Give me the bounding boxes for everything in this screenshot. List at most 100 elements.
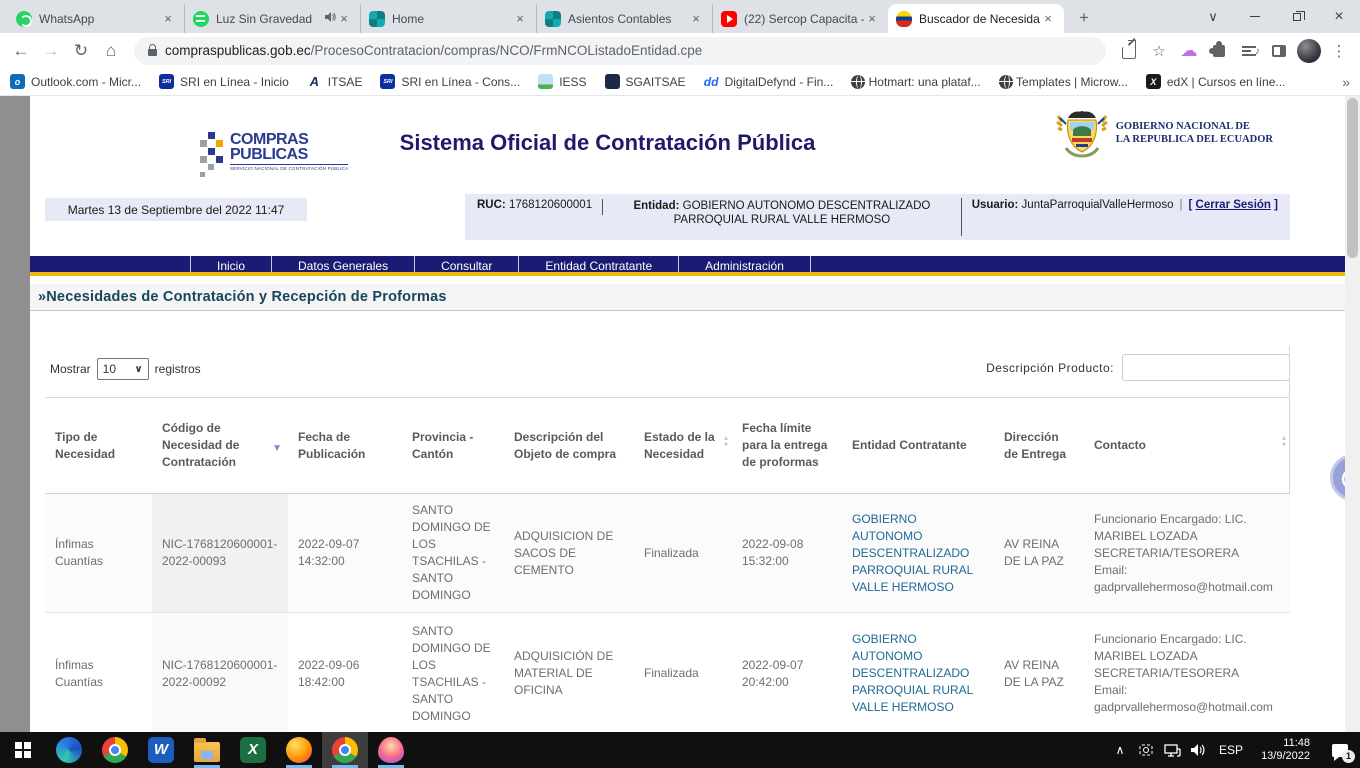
- page-size-select[interactable]: 10∨: [97, 358, 149, 380]
- url-text[interactable]: compraspublicas.gob.ec/ProcesoContrataci…: [165, 43, 702, 58]
- tab-audio-icon[interactable]: [324, 11, 336, 26]
- ecuador-crest-icon: [896, 11, 912, 27]
- bookmark-label: edX | Cursos en líne...: [1167, 75, 1286, 89]
- new-tab-button[interactable]: +: [1070, 4, 1098, 32]
- tab-title: Luz Sin Gravedad: [216, 12, 320, 26]
- nav-item-inicio[interactable]: Inicio: [190, 256, 271, 272]
- cloud-extension-icon[interactable]: ☁: [1174, 36, 1204, 66]
- tray-chevron-icon[interactable]: ∧: [1107, 732, 1133, 768]
- nav-item-datos-generales[interactable]: Datos Generales: [271, 256, 414, 272]
- show-label: Mostrar: [50, 362, 91, 376]
- contact-email: gadprvallehermoso@hotmail.com: [1094, 699, 1280, 716]
- tab-buscador-necesidades[interactable]: Buscador de Necesida ×: [888, 4, 1064, 33]
- media-queue-icon[interactable]: [1234, 36, 1264, 66]
- bookmark-digitaldefynd[interactable]: ddDigitalDefynd - Fin...: [704, 74, 834, 89]
- cell-contacto: Funcionario Encargado: LIC. MARIBEL LOZA…: [1084, 613, 1290, 733]
- chrome-icon: [102, 737, 128, 763]
- bookmark-star-icon[interactable]: ☆: [1144, 36, 1174, 66]
- language-indicator[interactable]: ESP: [1211, 743, 1251, 757]
- back-button[interactable]: ←: [6, 36, 36, 66]
- sort-desc-icon[interactable]: ▼: [272, 440, 282, 457]
- bookmark-label: Hotmart: una plataf...: [869, 75, 981, 89]
- bookmark-templates[interactable]: Templates | Microw...: [999, 75, 1128, 89]
- tab-close-icon[interactable]: ×: [336, 11, 352, 27]
- url-path: /ProcesoContratacion/compras/NCO/FrmNCOL…: [311, 43, 703, 58]
- bookmark-itsae[interactable]: AITSAE: [307, 74, 363, 89]
- network-icon[interactable]: [1159, 732, 1185, 768]
- scrollbar[interactable]: [1345, 96, 1360, 732]
- tab-whatsapp[interactable]: WhatsApp ×: [8, 4, 184, 33]
- tab-close-icon[interactable]: ×: [864, 11, 880, 27]
- taskbar-chrome-active[interactable]: [322, 732, 368, 768]
- cell-fecha-limite: 2022-09-07 20:42:00: [732, 613, 842, 733]
- cell-descripcion: ADQUISICION DE SACOS DE CEMENTO: [504, 494, 634, 613]
- col-estado[interactable]: Estado de la Necesidad▴▾: [634, 398, 732, 494]
- window-minimize-button[interactable]: [1234, 0, 1276, 33]
- entidad-link[interactable]: GOBIERNO AUTONOMO DESCENTRALIZADO PARROQ…: [852, 632, 973, 714]
- col-provincia[interactable]: Provincia - Cantón: [402, 398, 504, 494]
- tab-close-icon[interactable]: ×: [160, 11, 176, 27]
- bookmark-outlook[interactable]: oOutlook.com - Micr...: [10, 74, 141, 89]
- floating-clock-widget[interactable]: [1330, 454, 1345, 501]
- nav-item-entidad-contratante[interactable]: Entidad Contratante: [518, 256, 678, 272]
- sidebar-icon[interactable]: [1264, 36, 1294, 66]
- address-bar[interactable]: compraspublicas.gob.ec/ProcesoContrataci…: [134, 37, 1106, 65]
- taskbar-firefox[interactable]: [276, 732, 322, 768]
- bookmark-sri-consultas[interactable]: SRISRI en Línea - Cons...: [380, 74, 520, 89]
- reload-button[interactable]: ↻: [66, 36, 96, 66]
- tab-spotify[interactable]: Luz Sin Gravedad ×: [184, 4, 360, 33]
- tab-search-caret-icon[interactable]: ∨: [1192, 0, 1234, 33]
- forward-button[interactable]: →: [36, 36, 66, 66]
- tab-close-icon[interactable]: ×: [1040, 11, 1056, 27]
- profile-avatar[interactable]: [1294, 36, 1324, 66]
- start-button[interactable]: [0, 732, 46, 768]
- tab-close-icon[interactable]: ×: [688, 11, 704, 27]
- taskbar-edge[interactable]: [46, 732, 92, 768]
- extensions-puzzle-icon[interactable]: [1204, 36, 1234, 66]
- logout-link[interactable]: [ Cerrar Sesión ]: [1188, 199, 1278, 211]
- home-button[interactable]: ⌂: [96, 36, 126, 66]
- col-tipo-necesidad[interactable]: Tipo de Necesidad: [45, 398, 152, 494]
- sort-both-icon[interactable]: ▴▾: [724, 434, 728, 448]
- col-direccion-entrega[interactable]: Dirección de Entrega: [994, 398, 1084, 494]
- share-icon[interactable]: [1114, 36, 1144, 66]
- col-descripcion[interactable]: Descripción del Objeto de compra: [504, 398, 634, 494]
- bookmark-sgaitsae[interactable]: SGAITSAE: [605, 74, 686, 89]
- taskbar-clock[interactable]: 11:48 13/9/2022: [1251, 737, 1320, 763]
- taskbar-chrome[interactable]: [92, 732, 138, 768]
- col-entidad-contratante[interactable]: Entidad Contratante: [842, 398, 994, 494]
- youtube-icon: [721, 11, 737, 27]
- scrollbar-thumb[interactable]: [1347, 98, 1358, 258]
- kebab-menu-icon[interactable]: ⋮: [1324, 36, 1354, 66]
- product-filter-input[interactable]: [1122, 354, 1290, 381]
- sort-both-icon[interactable]: ▴▾: [1282, 434, 1286, 448]
- col-contacto[interactable]: Contacto▴▾: [1084, 398, 1290, 494]
- notification-center-button[interactable]: 1: [1320, 732, 1360, 768]
- volume-icon[interactable]: [1185, 732, 1211, 768]
- col-fecha-limite[interactable]: Fecha límite para la entrega de proforma…: [732, 398, 842, 494]
- lock-icon[interactable]: [148, 49, 157, 56]
- bookmark-edx[interactable]: XedX | Cursos en líne...: [1146, 74, 1286, 89]
- taskbar-color-app[interactable]: [368, 732, 414, 768]
- capture-icon[interactable]: [1133, 732, 1159, 768]
- bookmark-sri-inicio[interactable]: SRISRI en Línea - Inicio: [159, 74, 289, 89]
- window-restore-button[interactable]: [1276, 0, 1318, 33]
- tab-home[interactable]: Home ×: [360, 4, 536, 33]
- tab-youtube-sercop[interactable]: (22) Sercop Capacita - ×: [712, 4, 888, 33]
- nav-item-administracion[interactable]: Administración: [678, 256, 811, 272]
- bookmark-iess[interactable]: IESS: [538, 74, 586, 89]
- col-codigo[interactable]: Código de Necesidad de Contratación▼: [152, 398, 288, 494]
- url-domain: compraspublicas.gob.ec: [165, 43, 311, 58]
- cell-fecha-limite: 2022-09-08 15:32:00: [732, 494, 842, 613]
- col-fecha-publicacion[interactable]: Fecha de Publicación: [288, 398, 402, 494]
- tab-asientos-contables[interactable]: Asientos Contables ×: [536, 4, 712, 33]
- entidad-link[interactable]: GOBIERNO AUTONOMO DESCENTRALIZADO PARROQ…: [852, 512, 973, 594]
- taskbar-explorer[interactable]: [184, 732, 230, 768]
- bookmarks-overflow-icon[interactable]: »: [1342, 74, 1350, 90]
- taskbar-word[interactable]: W: [138, 732, 184, 768]
- tab-close-icon[interactable]: ×: [512, 11, 528, 27]
- bookmark-hotmart[interactable]: Hotmart: una plataf...: [851, 75, 980, 89]
- nav-item-consultar[interactable]: Consultar: [414, 256, 518, 272]
- window-close-button[interactable]: ×: [1318, 0, 1360, 33]
- taskbar-excel[interactable]: X: [230, 732, 276, 768]
